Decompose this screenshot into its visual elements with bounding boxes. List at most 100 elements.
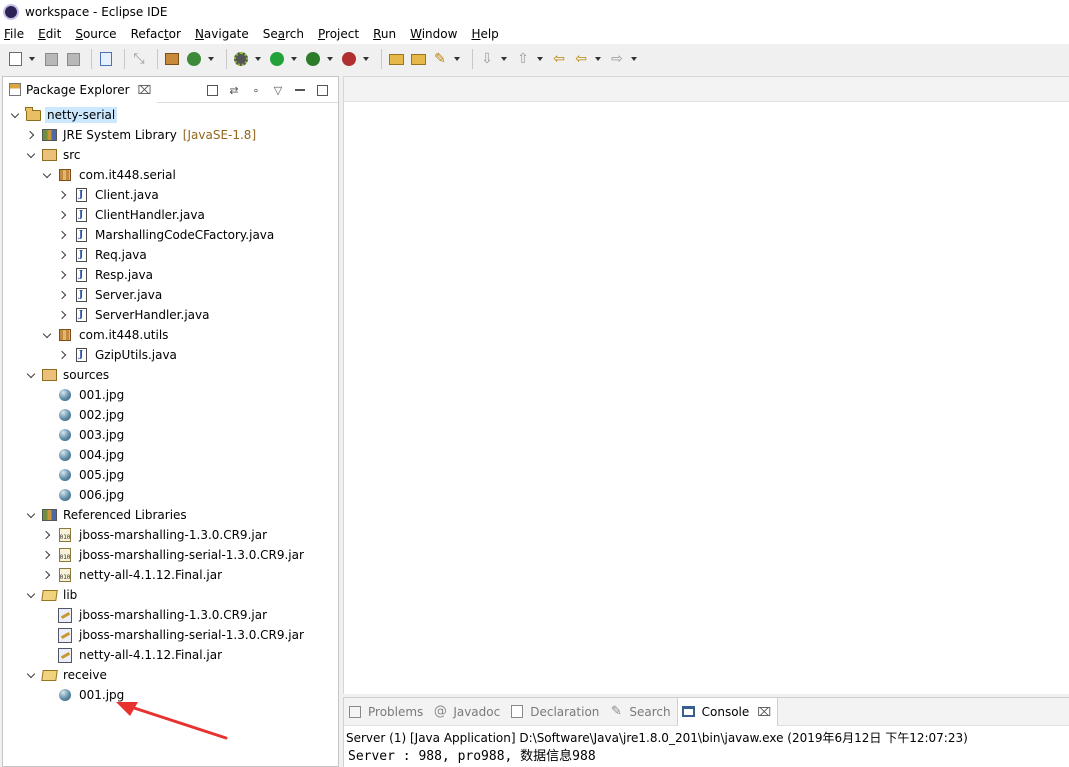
tab-javadoc[interactable]: @ Javadoc	[429, 698, 506, 726]
tree-item[interactable]: jboss-marshalling-1.3.0.CR9.jar	[3, 525, 338, 545]
menu-navigate[interactable]: Navigate	[195, 27, 249, 41]
previous-annotation-dropdown-icon[interactable]	[536, 50, 544, 68]
save-all-icon[interactable]	[64, 50, 82, 68]
chevron-right-icon[interactable]	[57, 225, 69, 245]
chevron-down-icon[interactable]	[25, 505, 37, 525]
new-java-class-icon[interactable]	[185, 50, 203, 68]
tree-item[interactable]: JRE System Library [JavaSE-1.8]	[3, 125, 338, 145]
chevron-down-icon[interactable]	[41, 165, 53, 185]
open-task-icon[interactable]	[409, 50, 427, 68]
search-dropdown-icon[interactable]	[453, 50, 461, 68]
back-icon[interactable]: ⇦	[572, 50, 590, 68]
open-console-icon[interactable]	[97, 50, 115, 68]
new-class-dropdown-icon[interactable]	[207, 50, 215, 68]
next-annotation-icon[interactable]: ⇩	[478, 50, 496, 68]
chevron-down-icon[interactable]	[25, 365, 37, 385]
menu-source[interactable]: Source	[75, 27, 116, 41]
forward-dropdown-icon[interactable]	[630, 50, 638, 68]
tree-item[interactable]: Referenced Libraries	[3, 505, 338, 525]
tab-declaration[interactable]: Declaration	[506, 698, 605, 726]
chevron-right-icon[interactable]	[57, 285, 69, 305]
open-type-icon[interactable]	[387, 50, 405, 68]
chevron-right-icon[interactable]	[25, 125, 37, 145]
run-icon[interactable]	[268, 50, 286, 68]
menu-refactor[interactable]: Refactor	[131, 27, 181, 41]
previous-annotation-icon[interactable]: ⇧	[514, 50, 532, 68]
tree-item[interactable]: jboss-marshalling-1.3.0.CR9.jar	[3, 605, 338, 625]
tree-item[interactable]: netty-all-4.1.12.Final.jar	[3, 645, 338, 665]
tree-item[interactable]: Req.java	[3, 245, 338, 265]
tree-item[interactable]: Resp.java	[3, 265, 338, 285]
tree-item[interactable]: GzipUtils.java	[3, 345, 338, 365]
tree-item[interactable]: 001.jpg	[3, 385, 338, 405]
collapse-all-icon[interactable]	[204, 82, 220, 98]
tree-item[interactable]: jboss-marshalling-serial-1.3.0.CR9.jar	[3, 545, 338, 565]
console-output-line[interactable]: Server : 988, pro988, 数据信息988	[344, 745, 1069, 764]
menu-help[interactable]: Help	[471, 27, 498, 41]
tree-item[interactable]: ClientHandler.java	[3, 205, 338, 225]
editor-area[interactable]	[343, 76, 1069, 694]
tab-problems[interactable]: Problems	[344, 698, 429, 726]
chevron-down-icon[interactable]	[9, 105, 21, 125]
link-with-editor-icon[interactable]: ⇄	[226, 82, 242, 98]
view-menu-icon[interactable]: ▽	[270, 82, 286, 98]
chevron-right-icon[interactable]	[57, 305, 69, 325]
chevron-down-icon[interactable]	[25, 145, 37, 165]
new-icon[interactable]	[6, 50, 24, 68]
next-annotation-dropdown-icon[interactable]	[500, 50, 508, 68]
menu-run[interactable]: Run	[373, 27, 396, 41]
tree-item[interactable]: receive	[3, 665, 338, 685]
tree-item[interactable]: lib	[3, 585, 338, 605]
tree-item[interactable]: src	[3, 145, 338, 165]
tree-item[interactable]: MarshallingCodeCFactory.java	[3, 225, 338, 245]
tree-item[interactable]: Client.java	[3, 185, 338, 205]
chevron-right-icon[interactable]	[41, 565, 53, 585]
chevron-down-icon[interactable]	[25, 585, 37, 605]
new-java-package-icon[interactable]	[163, 50, 181, 68]
coverage-icon[interactable]	[304, 50, 322, 68]
external-tools-dropdown-icon[interactable]	[362, 50, 370, 68]
menu-file[interactable]: File	[4, 27, 24, 41]
chevron-right-icon[interactable]	[41, 525, 53, 545]
tab-package-explorer[interactable]: Package Explorer ⌧	[3, 76, 158, 103]
tab-console[interactable]: Console ⌧	[676, 697, 779, 726]
tree-item[interactable]: 001.jpg	[3, 685, 338, 705]
debug-icon[interactable]	[232, 50, 250, 68]
tree-item[interactable]: sources	[3, 365, 338, 385]
new-dropdown-icon[interactable]	[28, 50, 36, 68]
tree-item[interactable]: 002.jpg	[3, 405, 338, 425]
chevron-right-icon[interactable]	[57, 345, 69, 365]
chevron-right-icon[interactable]	[57, 185, 69, 205]
coverage-dropdown-icon[interactable]	[326, 50, 334, 68]
tree-item[interactable]: netty-all-4.1.12.Final.jar	[3, 565, 338, 585]
tree-item[interactable]: com.it448.serial	[3, 165, 338, 185]
external-tools-icon[interactable]	[340, 50, 358, 68]
menu-search[interactable]: Search	[263, 27, 304, 41]
chevron-right-icon[interactable]	[57, 245, 69, 265]
tab-search[interactable]: ✎ Search	[605, 698, 676, 726]
debug-dropdown-icon[interactable]	[254, 50, 262, 68]
chevron-down-icon[interactable]	[41, 325, 53, 345]
tree-item[interactable]: 003.jpg	[3, 425, 338, 445]
chevron-right-icon[interactable]	[57, 205, 69, 225]
search-toolbar-icon[interactable]: ✎	[431, 50, 449, 68]
save-icon[interactable]	[42, 50, 60, 68]
chevron-right-icon[interactable]	[57, 265, 69, 285]
maximize-icon[interactable]	[314, 82, 330, 98]
chevron-down-icon[interactable]	[25, 665, 37, 685]
back-dropdown-icon[interactable]	[594, 50, 602, 68]
tree-item[interactable]: 006.jpg	[3, 485, 338, 505]
tree-item[interactable]: Server.java	[3, 285, 338, 305]
tree-item[interactable]: netty-serial	[3, 105, 338, 125]
last-edit-location-icon[interactable]: ⇦	[550, 50, 568, 68]
menu-edit[interactable]: Edit	[38, 27, 61, 41]
run-dropdown-icon[interactable]	[290, 50, 298, 68]
menu-project[interactable]: Project	[318, 27, 359, 41]
tree-item[interactable]: com.it448.utils	[3, 325, 338, 345]
tree-item[interactable]: 005.jpg	[3, 465, 338, 485]
chevron-right-icon[interactable]	[41, 545, 53, 565]
menu-window[interactable]: Window	[410, 27, 457, 41]
focus-icon[interactable]: ∘	[248, 82, 264, 98]
minimize-icon[interactable]	[292, 82, 308, 98]
close-icon[interactable]: ⌧	[138, 83, 152, 97]
